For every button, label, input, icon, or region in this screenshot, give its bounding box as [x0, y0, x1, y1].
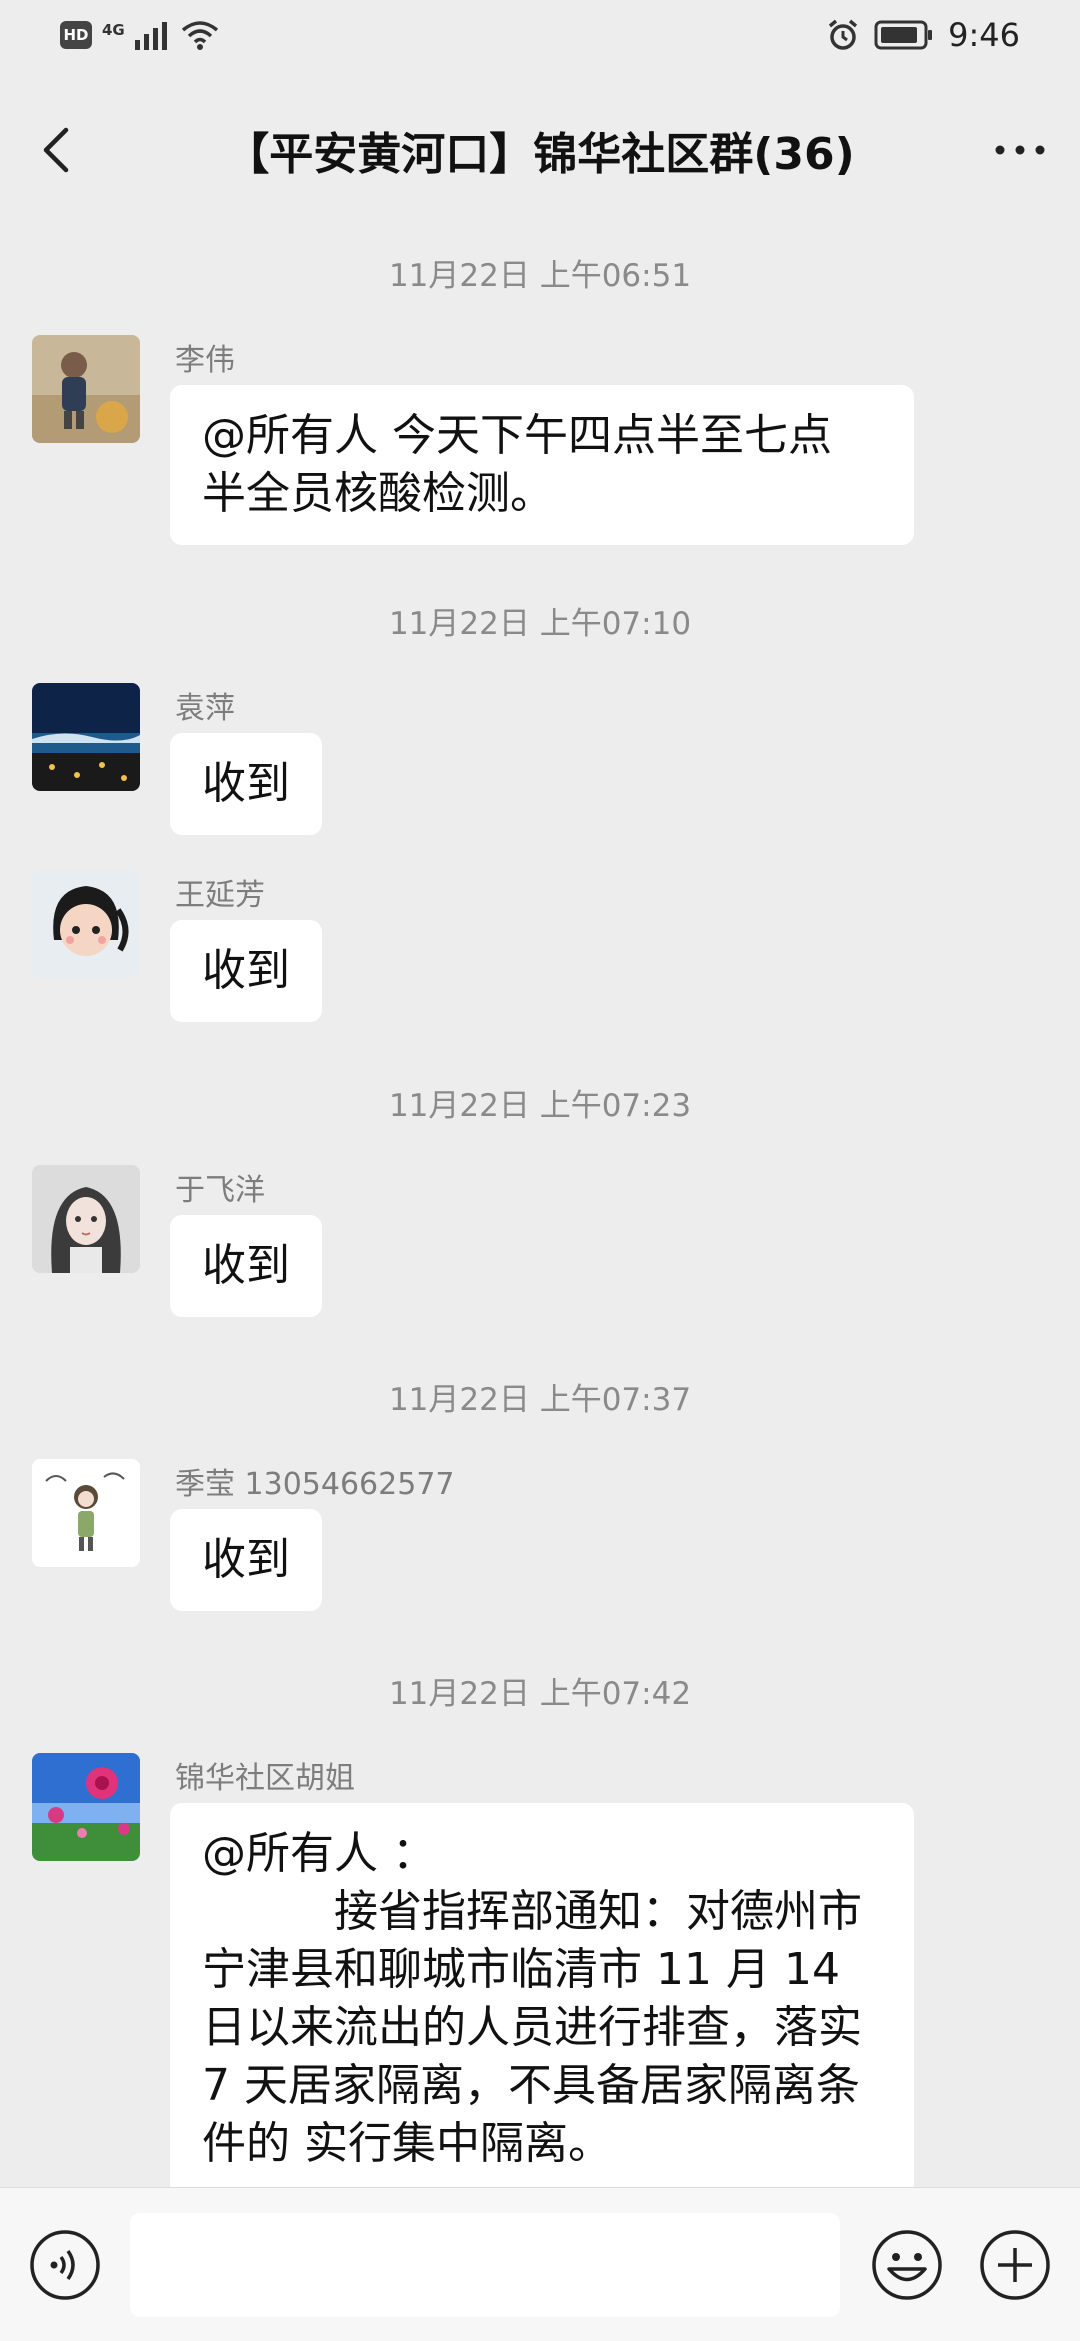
message-input[interactable] — [130, 2213, 840, 2317]
hd-badge: HD — [60, 21, 92, 49]
message-bubble[interactable]: 收到 — [170, 1509, 322, 1611]
message-line: 半全员核酸检测。 — [202, 468, 554, 519]
message-line: @所有人 今天下午四点半至七点 — [202, 410, 832, 461]
sender-name: 季莹 13054662577 — [175, 1467, 455, 1502]
status-bar: HD 4G 9:46 — [0, 0, 1080, 80]
status-right: 9:46 — [826, 16, 1020, 54]
status-left: HD 4G — [60, 20, 219, 50]
chat-header: 【平安黄河口】锦华社区群(36) — [0, 80, 1080, 215]
input-bar — [0, 2187, 1080, 2341]
message-line: @所有人 ： — [202, 1828, 436, 1879]
sender-name: 李伟 — [175, 343, 235, 378]
more-dots-icon[interactable] — [990, 120, 1050, 180]
chevron-left-icon[interactable] — [30, 120, 90, 180]
timestamp: 11月22日 上午07:23 — [388, 1088, 692, 1124]
timestamp: 11月22日 上午07:42 — [388, 1676, 692, 1712]
voice-icon[interactable] — [28, 2228, 102, 2302]
avatar[interactable] — [32, 683, 140, 791]
timestamp: 11月22日 上午07:37 — [388, 1382, 692, 1418]
chat-title: 【平安黄河口】锦华社区群(36) — [225, 129, 855, 180]
avatar[interactable] — [32, 1165, 140, 1273]
message-list[interactable]: 11月22日 上午06:51 李伟 @所有人 今天下午四点半至七点 半全员核酸检… — [0, 215, 1080, 2187]
sender-name: 锦华社区胡姐 — [175, 1761, 355, 1796]
timestamp: 11月22日 上午06:51 — [388, 258, 692, 294]
clock: 9:46 — [948, 16, 1020, 54]
battery-icon — [874, 20, 933, 50]
sender-name: 王延芳 — [175, 878, 265, 913]
message-bubble[interactable]: 收到 — [170, 920, 322, 1022]
network-type: 4G — [102, 21, 125, 39]
avatar[interactable] — [32, 1753, 140, 1861]
emoji-icon[interactable] — [870, 2228, 944, 2302]
message-bubble[interactable]: 收到 — [170, 733, 322, 835]
signal-icon — [134, 22, 167, 50]
sender-name: 于飞洋 — [175, 1173, 265, 1208]
sender-name: 袁萍 — [175, 691, 235, 726]
avatar[interactable] — [32, 870, 140, 978]
message-line: 接省指挥部通知：对德州市宁津县和聊城市临清市 11 月 14 日以来流出的人员进… — [202, 1886, 862, 2169]
avatar[interactable] — [32, 335, 140, 443]
plus-icon[interactable] — [978, 2228, 1052, 2302]
wifi-icon — [181, 21, 218, 50]
avatar[interactable] — [32, 1459, 140, 1567]
message-bubble[interactable]: @所有人 今天下午四点半至七点 半全员核酸检测。 — [170, 385, 914, 545]
alarm-icon — [829, 19, 858, 50]
message-bubble[interactable]: 收到 — [170, 1215, 322, 1317]
timestamp: 11月22日 上午07:10 — [388, 606, 692, 642]
message-bubble[interactable]: @所有人 ： 接省指挥部通知：对德州市宁津县和聊城市临清市 11 月 14 日以… — [170, 1803, 914, 2187]
